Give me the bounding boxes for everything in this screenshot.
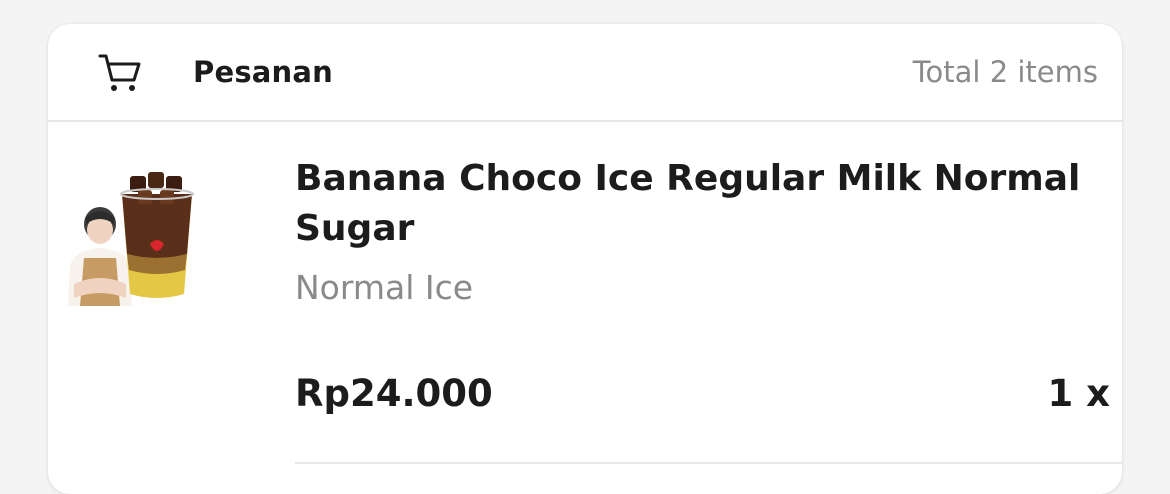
item-name: Banana Choco Ice Regular Milk Normal Sug…	[295, 158, 1081, 249]
order-total-items: Total 2 items	[912, 55, 1098, 89]
order-card: Pesanan Total 2 items Banana Choco Ice R…	[48, 24, 1122, 494]
product-image	[56, 166, 206, 306]
item-variant: Normal Ice	[295, 268, 474, 307]
item-price: Rp24.000	[295, 372, 493, 415]
item-quantity: 1 x	[1047, 372, 1111, 415]
item-divider	[295, 462, 1122, 464]
order-header: Pesanan Total 2 items	[48, 24, 1122, 122]
cart-icon	[98, 52, 144, 96]
order-title: Pesanan	[193, 55, 334, 89]
